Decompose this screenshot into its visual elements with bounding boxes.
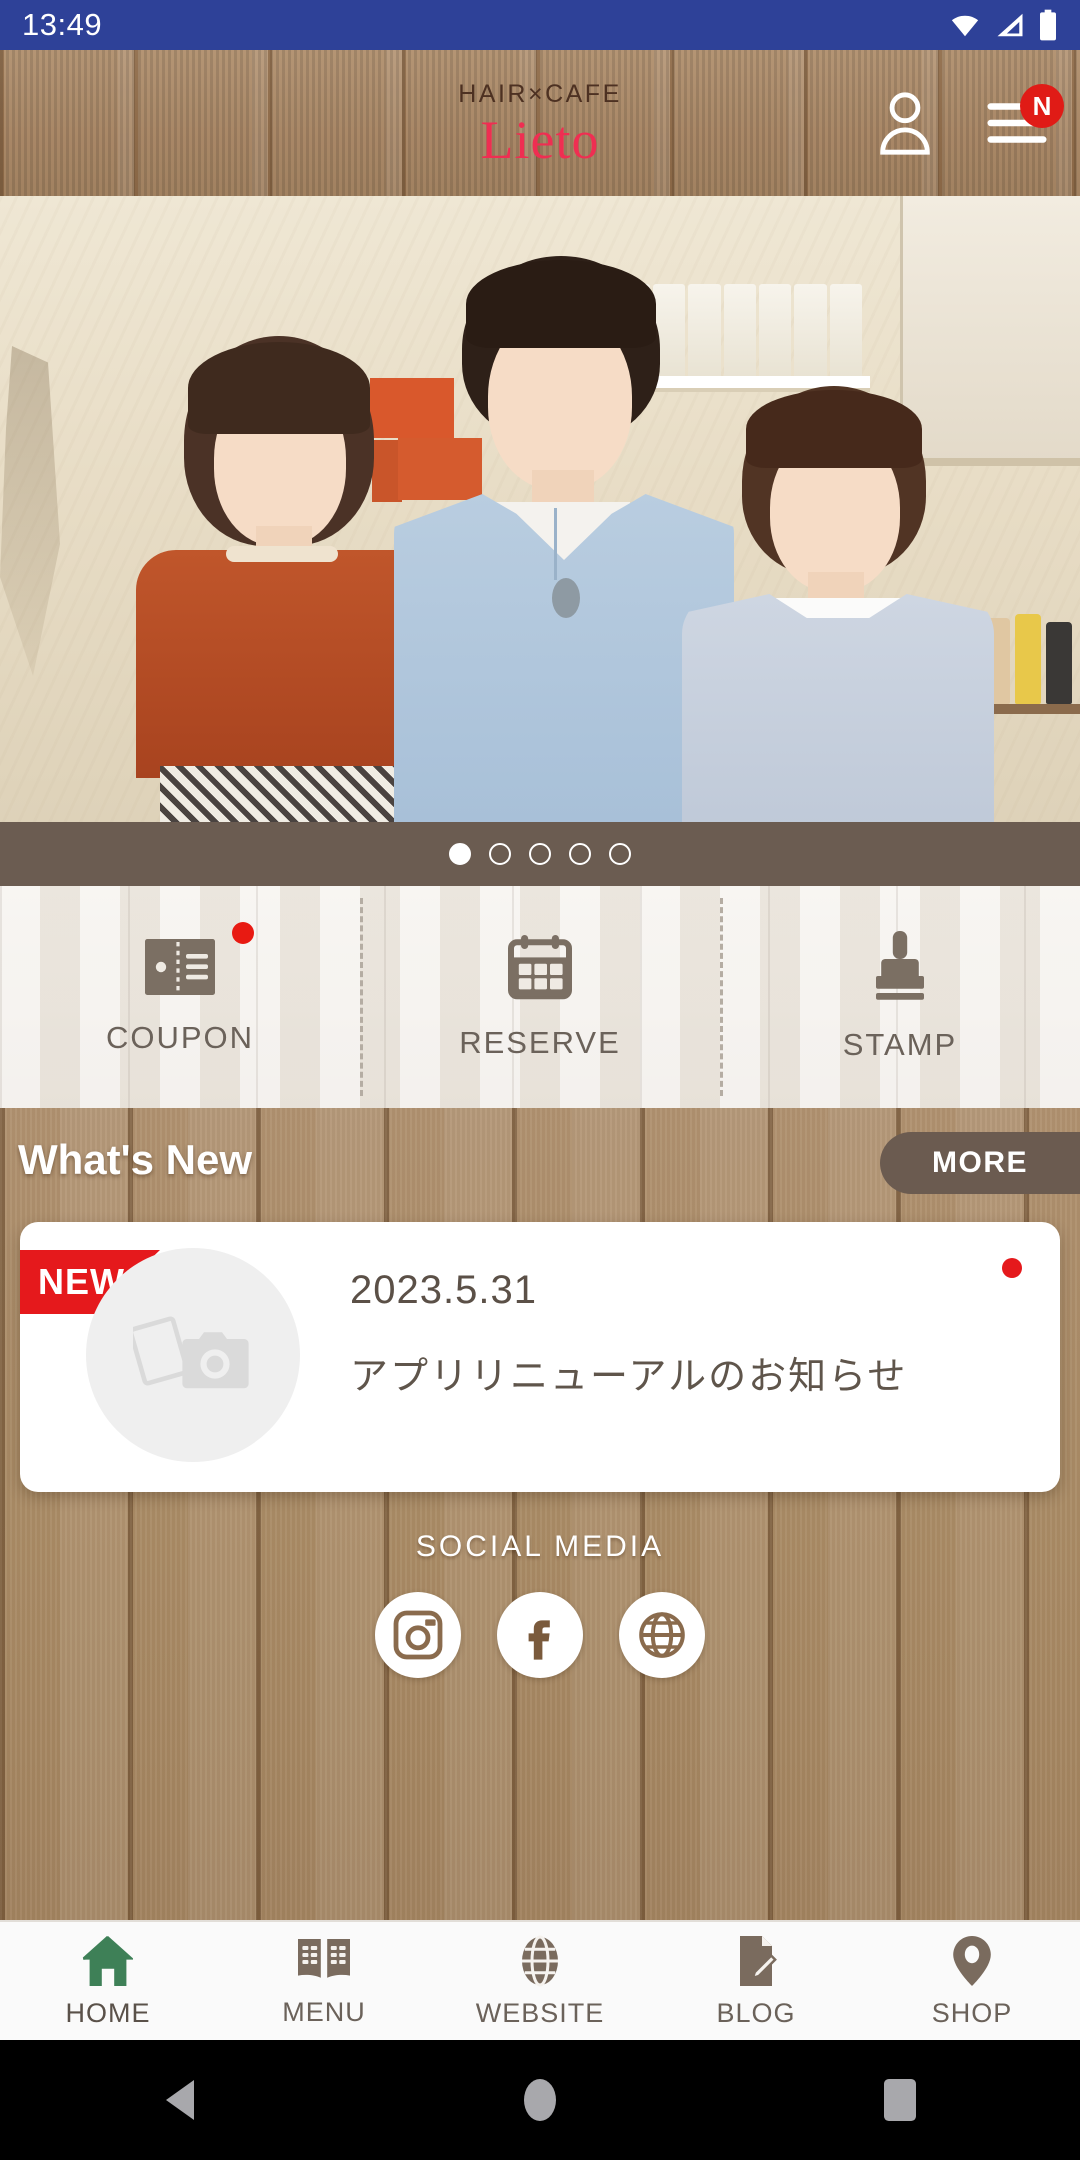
carousel-pagination xyxy=(0,822,1080,886)
news-unread-dot xyxy=(1002,1258,1022,1278)
back-button[interactable] xyxy=(120,2040,240,2160)
home-button[interactable] xyxy=(480,2040,600,2160)
social-media-title: SOCIAL MEDIA xyxy=(415,1530,665,1563)
salon-staff-photo xyxy=(0,196,1080,822)
recents-button[interactable] xyxy=(840,2040,960,2160)
menu-new-badge: N xyxy=(1020,84,1064,128)
carousel-dot[interactable] xyxy=(609,843,631,865)
nav-label: BLOG xyxy=(716,1997,796,2028)
nav-item-home[interactable]: HOME xyxy=(0,1922,216,2040)
person-icon xyxy=(880,92,930,155)
news-text: 2023.5.31 アプリリニューアルのお知らせ xyxy=(350,1268,1000,1400)
carousel-dot[interactable] xyxy=(489,843,511,865)
nav-item-website[interactable]: WEBSITE xyxy=(432,1922,648,2040)
coupon-unread-dot xyxy=(232,922,254,944)
logo-subtitle: HAIR×CAFE xyxy=(458,79,622,108)
action-stamp[interactable]: STAMP xyxy=(720,886,1080,1108)
status-bar: 13:49 xyxy=(0,0,1080,50)
staff-member-right xyxy=(680,386,1010,822)
battery-icon xyxy=(1040,9,1056,41)
nav-label: HOME xyxy=(65,1997,151,2028)
app-screen: 13:49 HAIR×CAFE Lieto N COUPON RESERVE S… xyxy=(0,0,1080,2160)
action-label: STAMP xyxy=(842,1027,958,1062)
status-time: 13:49 xyxy=(22,7,103,42)
document-pen-icon xyxy=(740,1935,777,1986)
account-button[interactable] xyxy=(868,86,942,160)
nav-label: SHOP xyxy=(931,1997,1013,2028)
hero-carousel-slide[interactable] xyxy=(0,196,1080,822)
calendar-icon xyxy=(508,935,572,1000)
home-icon xyxy=(82,1935,133,1986)
system-navigation-bar xyxy=(0,2040,1080,2160)
action-label: COUPON xyxy=(105,1020,255,1055)
recents-square-icon xyxy=(884,2079,916,2121)
globe-icon xyxy=(522,1935,558,1986)
website-button[interactable] xyxy=(619,1592,705,1678)
action-coupon[interactable]: COUPON xyxy=(0,886,360,1108)
action-label: RESERVE xyxy=(459,1025,621,1060)
photo-camera-placeholder-icon xyxy=(133,1316,249,1389)
bottom-navigation: HOME MENU WEBSITE BLOG SHOP xyxy=(0,1920,1080,2040)
carousel-dot[interactable] xyxy=(529,843,551,865)
whats-new-more-button[interactable]: MORE xyxy=(880,1132,1080,1194)
nav-item-menu[interactable]: MENU xyxy=(216,1922,432,2040)
carousel-dot[interactable] xyxy=(449,843,471,865)
nav-label: MENU xyxy=(282,1996,366,2027)
logo-title: Lieto xyxy=(480,109,600,170)
app-header: HAIR×CAFE Lieto N xyxy=(0,50,1080,196)
news-thumbnail xyxy=(86,1248,300,1462)
cellular-signal-icon xyxy=(997,13,1023,37)
whats-new-header: What's New MORE xyxy=(0,1132,1080,1204)
map-pin-icon xyxy=(953,1935,991,1986)
wifi-icon xyxy=(951,15,979,37)
instagram-button[interactable] xyxy=(375,1592,461,1678)
facebook-icon xyxy=(528,1620,550,1660)
facebook-button[interactable] xyxy=(497,1592,583,1678)
website-globe-icon xyxy=(639,1612,685,1658)
nav-item-shop[interactable]: SHOP xyxy=(864,1922,1080,2040)
status-icons xyxy=(948,9,1058,41)
nav-item-blog[interactable]: BLOG xyxy=(648,1922,864,2040)
carousel-dot[interactable] xyxy=(569,843,591,865)
nav-label: WEBSITE xyxy=(475,1997,605,2028)
news-date: 2023.5.31 xyxy=(350,1268,537,1312)
instagram-icon xyxy=(393,1610,443,1660)
stamp-icon xyxy=(876,931,924,1000)
header-actions: N xyxy=(868,50,1064,196)
news-list-item[interactable]: NEW 2023.5.31 アプリリニューアルのお知らせ xyxy=(20,1222,1060,1492)
home-circle-icon xyxy=(524,2079,556,2121)
social-media-section: SOCIAL MEDIA xyxy=(0,1530,1080,1678)
action-reserve[interactable]: RESERVE xyxy=(360,886,720,1108)
whats-new-title: What's New xyxy=(18,1136,253,1183)
news-title: アプリリニューアルのお知らせ xyxy=(350,1356,908,1398)
back-triangle-icon xyxy=(166,2080,194,2120)
quick-actions-bar: COUPON RESERVE STAMP xyxy=(0,886,1080,1108)
book-icon xyxy=(298,1938,350,1978)
menu-button[interactable]: N xyxy=(980,84,1064,160)
social-media-links xyxy=(375,1592,705,1678)
coupon-ticket-icon xyxy=(145,939,215,995)
